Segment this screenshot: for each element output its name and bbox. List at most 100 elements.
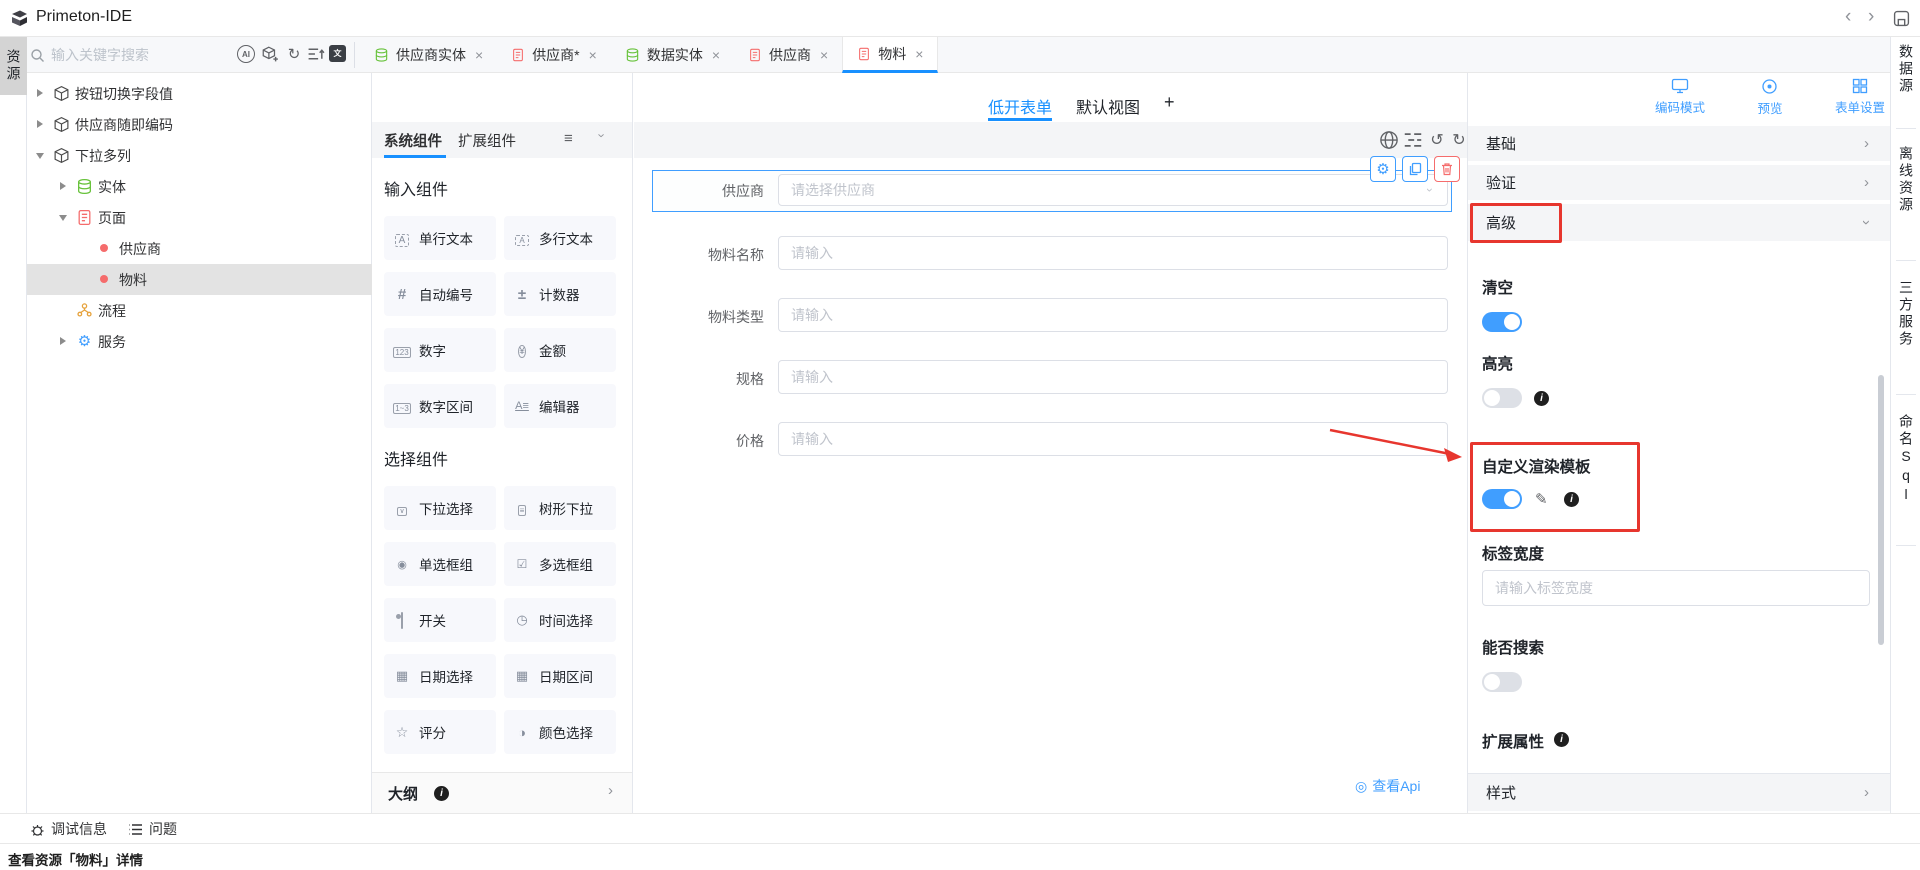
globe-icon[interactable] — [1379, 130, 1399, 150]
ai-assistant-icon[interactable]: AI — [237, 45, 255, 63]
searchable-toggle-off[interactable] — [1482, 672, 1522, 692]
problems-list-icon — [128, 823, 143, 836]
doc-tab-supplier-modified[interactable]: 供应商* × — [497, 37, 611, 73]
dock-tab-named-sql[interactable]: 命名Sql — [1891, 414, 1920, 505]
view-api-link[interactable]: ◎ 查看Api — [1355, 776, 1420, 796]
accordion-validation[interactable]: 验证 › — [1468, 165, 1891, 202]
close-icon[interactable]: × — [915, 46, 923, 62]
save-icon[interactable] — [1893, 10, 1910, 27]
view-tab-default-view[interactable]: 默认视图 — [1076, 94, 1140, 118]
resources-dock-tab[interactable]: 资源 — [0, 37, 27, 95]
field-settings-button[interactable]: ⚙ — [1370, 156, 1396, 182]
code-mode-button[interactable]: 编码模式 — [1655, 78, 1705, 124]
component-tile-rate[interactable]: ☆ 评分 — [384, 710, 496, 754]
component-tile-multi-text[interactable]: A 多行文本 — [504, 216, 616, 260]
debug-info-button[interactable]: 调试信息 — [30, 819, 107, 839]
undo-icon[interactable]: ↺ — [1427, 130, 1447, 150]
tab-extended-components[interactable]: 扩展组件 — [458, 130, 516, 151]
chevron-right-icon[interactable] — [60, 182, 66, 190]
component-tile-switch[interactable]: 开关 — [384, 598, 496, 642]
component-tile-tree-select[interactable]: ≡ 树形下拉 — [504, 486, 616, 530]
field-delete-button[interactable] — [1434, 156, 1460, 182]
component-tile-color-picker[interactable]: ◑ 颜色选择 — [504, 710, 616, 754]
outline-footer-bar[interactable]: 大纲 i › — [372, 772, 632, 813]
preview-button[interactable]: 预览 — [1757, 78, 1782, 124]
component-tile-date-range[interactable]: ▦ 日期区间 — [504, 654, 616, 698]
close-icon[interactable]: × — [475, 47, 483, 63]
view-tab-lowcode-form[interactable]: 低开表单 — [988, 94, 1052, 118]
component-tile-money[interactable]: ¥ 金额 — [504, 328, 616, 372]
problems-button[interactable]: 问题 — [128, 819, 177, 839]
component-tile-number-range[interactable]: 1~3 数字区间 — [384, 384, 496, 428]
component-tile-auto-number[interactable]: # 自动编号 — [384, 272, 496, 316]
edit-template-pencil-icon[interactable]: ✎ — [1535, 490, 1548, 508]
tree-item-supplier-random-code[interactable]: 供应商随即编码 — [27, 109, 372, 140]
accordion-advanced-expanded[interactable]: 高级 › — [1468, 204, 1891, 243]
component-tile-editor[interactable]: A≡ 编辑器 — [504, 384, 616, 428]
close-icon[interactable]: × — [712, 47, 720, 63]
highlight-toggle-off[interactable] — [1482, 388, 1522, 408]
canvas-toolbar-strip: ↺ ↻ — [634, 122, 1467, 158]
redo-icon[interactable]: ↻ — [1449, 130, 1469, 150]
script-language-icon[interactable]: 文 — [329, 45, 346, 62]
chevron-right-icon[interactable] — [37, 89, 43, 97]
refresh-icon[interactable]: ↻ — [285, 45, 303, 63]
component-tile-single-text[interactable]: A 单行文本 — [384, 216, 496, 260]
collapse-panel-chevron-icon[interactable]: › — [595, 133, 610, 137]
tree-item-services[interactable]: ⚙ 服务 — [27, 326, 372, 357]
component-tile-select[interactable]: ∨ 下拉选择 — [384, 486, 496, 530]
dock-tab-third-party-services[interactable]: 三方服务 — [1891, 280, 1920, 348]
accordion-style[interactable]: 样式 › — [1468, 773, 1891, 813]
panel-scrollbar[interactable] — [1878, 375, 1884, 645]
material-type-input[interactable] — [778, 298, 1448, 332]
tree-item-dropdown-multicol[interactable]: 下拉多列 — [27, 140, 372, 171]
chevron-down-icon[interactable] — [36, 153, 44, 159]
chevron-right-icon[interactable]: › — [608, 782, 613, 799]
search-input[interactable] — [51, 47, 211, 63]
add-view-tab-button[interactable]: + — [1164, 92, 1175, 113]
tree-item-pages[interactable]: 页面 — [27, 202, 372, 233]
accordion-basic[interactable]: 基础 › — [1468, 126, 1891, 163]
panel-menu-icon[interactable]: ≡ — [564, 130, 573, 147]
chevron-down-icon[interactable] — [59, 215, 67, 221]
clear-toggle-on[interactable] — [1482, 312, 1522, 332]
material-name-input[interactable] — [778, 236, 1448, 270]
resource-search — [30, 44, 230, 66]
label-width-input[interactable] — [1482, 570, 1870, 606]
close-icon[interactable]: × — [820, 47, 828, 63]
spec-input[interactable] — [778, 360, 1448, 394]
close-icon[interactable]: × — [589, 47, 597, 63]
doc-tab-data-entity[interactable]: 数据实体 × — [611, 37, 734, 73]
doc-tab-supplier-page[interactable]: 供应商 × — [734, 37, 842, 73]
field-label-spec: 规格 — [634, 369, 764, 389]
tree-item-entity[interactable]: 实体 — [27, 171, 372, 202]
new-model-icon[interactable] — [261, 45, 279, 63]
doc-tab-supplier-entity[interactable]: 供应商实体 × — [360, 37, 497, 73]
component-tile-checkbox-group[interactable]: ☑ 多选框组 — [504, 542, 616, 586]
chevron-right-icon[interactable] — [37, 120, 43, 128]
chevron-right-icon[interactable] — [60, 337, 66, 345]
trash-icon — [1440, 162, 1454, 176]
component-tile-radio-group[interactable]: ◉ 单选框组 — [384, 542, 496, 586]
nav-forward-icon[interactable]: › — [1868, 6, 1874, 28]
custom-render-toggle-on[interactable] — [1482, 489, 1522, 509]
tree-item-button-switch-field[interactable]: 按钮切换字段值 — [27, 78, 372, 109]
component-tile-counter[interactable]: ± 计数器 — [504, 272, 616, 316]
dock-tab-datasource[interactable]: 数据源 — [1891, 44, 1920, 95]
price-input[interactable] — [778, 422, 1448, 456]
dock-tab-offline-resources[interactable]: 离线资源 — [1891, 146, 1920, 214]
tree-item-process[interactable]: 流程 — [27, 295, 372, 326]
tab-system-components[interactable]: 系统组件 — [384, 130, 442, 151]
nav-back-icon[interactable]: ‹ — [1845, 6, 1851, 28]
component-tile-number[interactable]: 123 数字 — [384, 328, 496, 372]
supplier-select-input[interactable] — [778, 174, 1448, 206]
component-tile-time-picker[interactable]: ◷ 时间选择 — [504, 598, 616, 642]
tree-item-supplier-page[interactable]: 供应商 — [27, 233, 372, 264]
tree-item-material-page-selected[interactable]: 物料 — [27, 264, 372, 295]
component-tile-date-picker[interactable]: ▦ 日期选择 — [384, 654, 496, 698]
field-copy-button[interactable] — [1402, 156, 1428, 182]
sort-list-icon[interactable] — [307, 45, 325, 63]
outline-structure-icon[interactable] — [1403, 130, 1423, 150]
doc-tab-material-active[interactable]: 物料 × — [842, 37, 938, 73]
form-settings-button[interactable]: 表单设置 — [1835, 78, 1885, 124]
